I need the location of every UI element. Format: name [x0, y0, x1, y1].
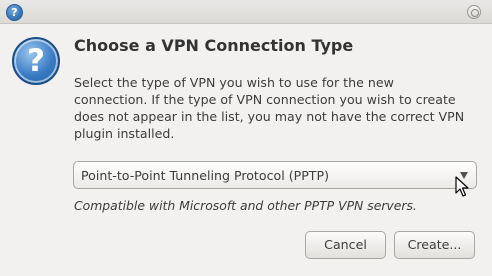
window-titlebar: ? [0, 0, 492, 24]
vpn-type-combobox[interactable]: Point-to-Point Tunneling Protocol (PPTP) [73, 161, 477, 189]
vpn-type-note: Compatible with Microsoft and other PPTP… [74, 198, 417, 213]
description-line: does not appear in the list, you may not… [74, 109, 465, 124]
create-button[interactable]: Create... [394, 231, 475, 259]
description-line: plugin installed. [74, 126, 175, 141]
description-line: connection. If the type of VPN connectio… [74, 92, 456, 107]
help-question-icon: ? [12, 37, 60, 85]
dialog-description: Select the type of VPN you wish to use f… [74, 74, 484, 142]
cancel-button[interactable]: Cancel [305, 231, 386, 259]
cancel-button-label: Cancel [324, 237, 367, 252]
close-icon[interactable] [467, 5, 481, 19]
help-question-icon: ? [6, 4, 23, 21]
vpn-type-selected: Point-to-Point Tunneling Protocol (PPTP) [81, 168, 330, 183]
mouse-pointer-icon [455, 176, 469, 197]
description-line: Select the type of VPN you wish to use f… [74, 75, 394, 90]
create-button-label: Create... [407, 237, 462, 252]
dialog-title: Choose a VPN Connection Type [74, 36, 354, 55]
